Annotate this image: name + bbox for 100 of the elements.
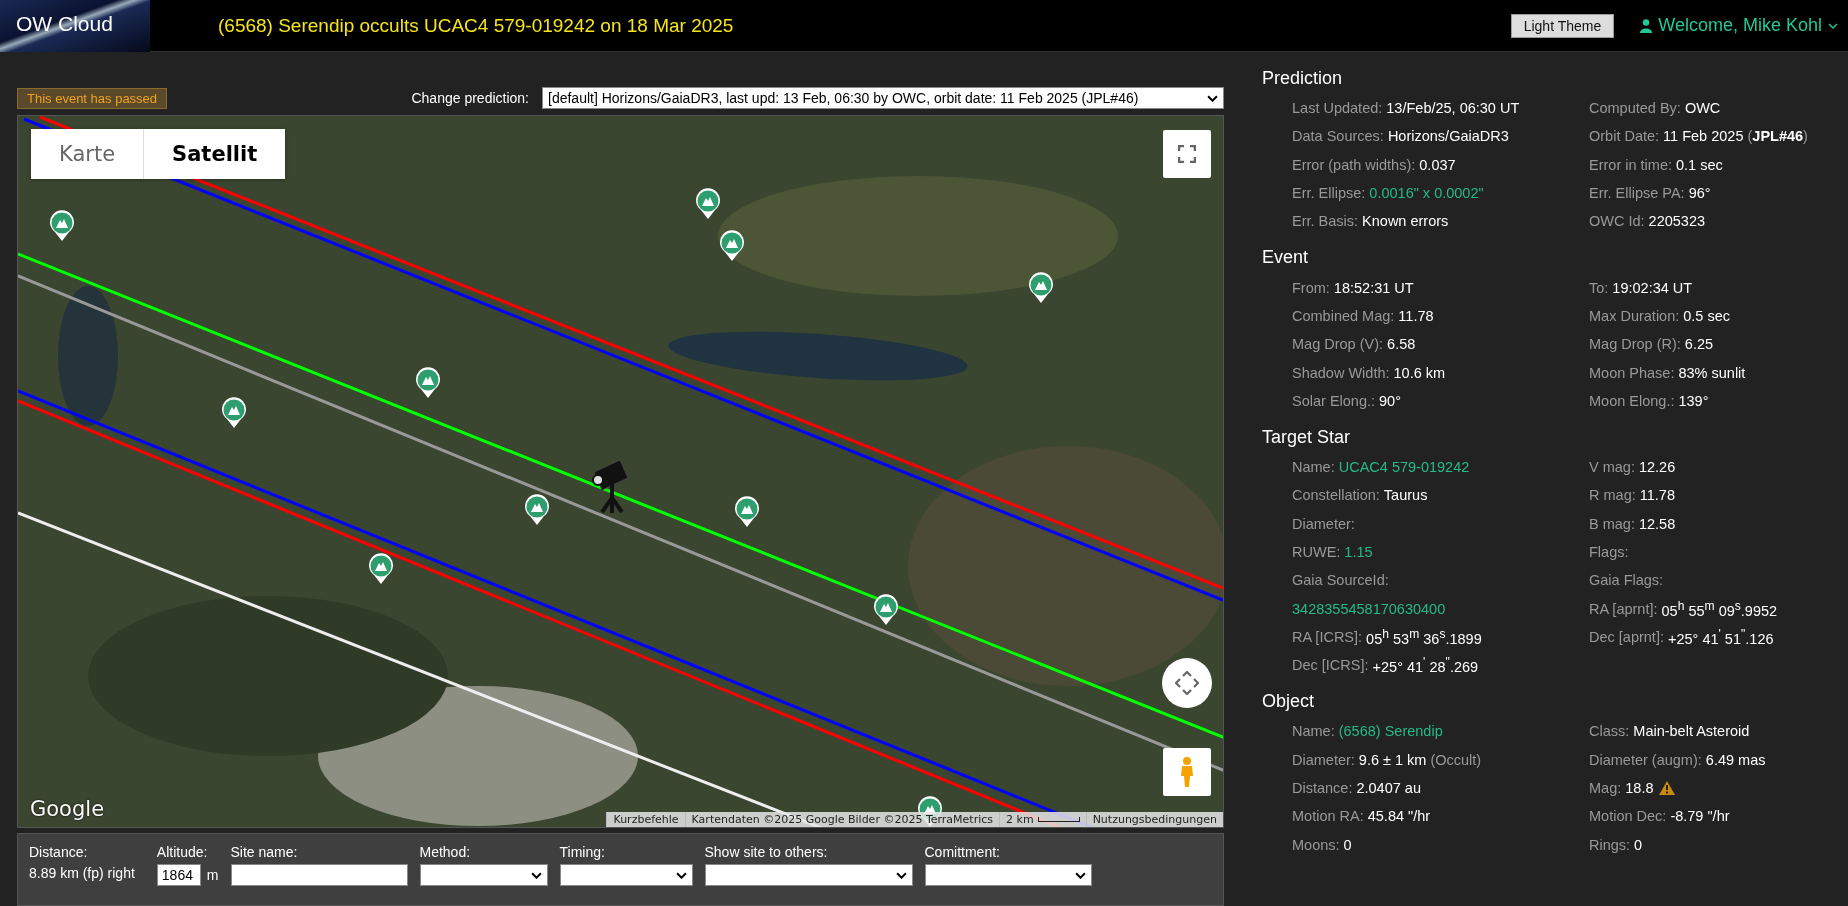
welcome-menu[interactable]: Welcome, Mike Kohl	[1658, 15, 1822, 36]
dropdown[interactable]	[419, 864, 548, 886]
field-value: 05$^{h}$ 53$^{m}$ 36$^{s}$.1899	[1366, 627, 1482, 647]
field-value: Horizons/GaiaDR3	[1387, 128, 1509, 145]
field-link[interactable]: 3428355458170630400	[1292, 600, 1446, 617]
altitude-unit: m	[206, 867, 219, 883]
field-label: Class:	[1589, 723, 1630, 740]
field-label: To:	[1589, 279, 1609, 296]
field-label: Name:	[1292, 723, 1335, 740]
dropdown-label: Timing:	[559, 844, 606, 860]
field-label: OWC Id:	[1589, 213, 1645, 230]
field-note: (Occult)	[1430, 751, 1482, 768]
pegman-icon	[1179, 756, 1195, 788]
field-label: Shadow Width:	[1292, 364, 1390, 381]
field-value: 11.78	[1639, 487, 1675, 504]
event-title: (6568) Serendip occults UCAC4 579-019242 on 18 Mar 2025	[218, 14, 734, 37]
field-value: 0.037	[1419, 156, 1456, 173]
user-icon	[1640, 18, 1653, 33]
map-type-tab[interactable]: Satellit	[143, 129, 286, 179]
mountain-pin-icon[interactable]	[1028, 272, 1054, 304]
mountain-pin-icon[interactable]	[873, 594, 899, 626]
field-value: 96°	[1688, 185, 1711, 202]
field-value: 2.0407 au	[1356, 780, 1421, 797]
satellite-map-drawing[interactable]	[18, 116, 1223, 827]
field-link[interactable]: 0.0016" x 0.0002"	[1369, 185, 1484, 202]
field-label: B mag:	[1589, 515, 1635, 532]
field-value: 6.25	[1684, 336, 1714, 353]
altitude-label: Altitude:	[156, 844, 209, 860]
fullscreen-button[interactable]	[1163, 130, 1211, 178]
field-value: 18.8	[1625, 780, 1654, 797]
light-theme-button[interactable]: Light Theme	[1510, 13, 1615, 38]
field-label: Motion Dec:	[1589, 808, 1667, 825]
field-value: 0.1 sec	[1676, 156, 1723, 173]
event-passed-badge: This event has passed	[17, 88, 168, 109]
field-label: Mag Drop (V):	[1292, 336, 1384, 353]
field-label: Error (path widths):	[1292, 156, 1416, 173]
dropdown[interactable]	[924, 864, 1092, 886]
field-value: 0	[1343, 836, 1352, 853]
caret-icon	[1207, 94, 1218, 102]
fullscreen-icon	[1178, 145, 1196, 163]
field-label: Combined Mag:	[1292, 307, 1395, 324]
field-label: R mag:	[1589, 487, 1636, 504]
mountain-pin-icon[interactable]	[49, 210, 75, 242]
field-label: Solar Elong.:	[1292, 392, 1376, 409]
chevron-down-icon[interactable]	[1828, 22, 1838, 29]
field-label: Err. Basis:	[1292, 213, 1359, 230]
field-label: Err. Ellipse PA:	[1589, 185, 1685, 202]
map-attribution-link[interactable]: Nutzungsbedingungen	[1085, 812, 1223, 827]
map-attribution-link[interactable]: Kurzbefehle	[606, 812, 685, 827]
field-value: 6.58	[1387, 336, 1416, 353]
prediction-dropdown[interactable]: [default] Horizons/GaiaDR3, last upd: 13 Feb, 06:30 by OWC, orbit date: 11 Feb 2025 (JPL#46)	[542, 87, 1224, 109]
field-label: Rings:	[1589, 836, 1631, 853]
field-label: Dec [aprnt]:	[1589, 628, 1664, 645]
field-label: Gaia Flags:	[1589, 572, 1664, 589]
field-link[interactable]: (6568) Serendip	[1338, 723, 1443, 740]
mountain-pin-icon[interactable]	[524, 494, 550, 526]
field-label: Mag:	[1589, 780, 1622, 797]
change-prediction-label: Change prediction:	[411, 90, 529, 106]
mountain-pin-icon[interactable]	[221, 397, 247, 429]
mountain-pin-icon[interactable]	[719, 230, 745, 262]
field-label: V mag:	[1589, 459, 1635, 476]
field-value: +25° 41$^{'}$ 28$^{"}$.269	[1372, 655, 1479, 676]
field-label: RUWE:	[1292, 544, 1341, 560]
field-label: Moon Phase:	[1589, 364, 1675, 381]
altitude-field[interactable]: 1864	[156, 864, 201, 886]
dropdown-label: Method:	[419, 844, 472, 860]
caret-icon	[675, 871, 687, 879]
mountain-pin-icon[interactable]	[415, 367, 441, 399]
field-link[interactable]: 1.15	[1344, 544, 1373, 560]
section-heading: Event	[1262, 247, 1310, 269]
field-value: OWC	[1684, 100, 1721, 117]
field-value: 19:02:34 UT	[1612, 279, 1693, 296]
section-heading: Object	[1262, 691, 1316, 713]
mountain-pin-icon[interactable]	[368, 553, 394, 585]
field-label: Name:	[1292, 459, 1335, 476]
field-value: 10.6 km	[1393, 364, 1446, 381]
section-heading: Target Star	[1262, 426, 1352, 448]
map-scale[interactable]: 2 km	[999, 812, 1086, 827]
field-link[interactable]: UCAC4 579-019242	[1338, 459, 1470, 476]
caret-icon	[530, 871, 542, 879]
google-logo[interactable]: Google	[30, 797, 105, 821]
section-heading: Prediction	[1262, 68, 1344, 89]
map-attribution-link[interactable]: Kartendaten ©2025 Google Bilder ©2025 TerraMetrics	[684, 812, 1000, 827]
mountain-pin-icon[interactable]	[695, 188, 721, 220]
site-name-field[interactable]	[230, 864, 408, 886]
field-value: 90°	[1379, 392, 1401, 409]
map-type-tab[interactable]: Karte	[31, 129, 144, 179]
field-label: Error in time:	[1589, 156, 1672, 173]
field-label: Gaia SourceId:	[1292, 572, 1389, 589]
app-logo[interactable]: OW Cloud	[0, 0, 150, 52]
dropdown[interactable]	[704, 864, 913, 886]
field-label: Mag Drop (R):	[1589, 336, 1681, 353]
field-label: From:	[1292, 279, 1330, 296]
field-label: RA [ICRS]:	[1292, 628, 1363, 645]
mountain-pin-icon[interactable]	[734, 496, 760, 528]
field-value: 6.49 mas	[1705, 751, 1766, 768]
field-value: 05$^{h}$ 55$^{m}$ 09$^{s}$.9952	[1661, 598, 1778, 619]
dropdown[interactable]	[559, 864, 693, 886]
field-label: Motion RA:	[1292, 808, 1364, 825]
field-value: 83% sunlit	[1678, 364, 1746, 381]
